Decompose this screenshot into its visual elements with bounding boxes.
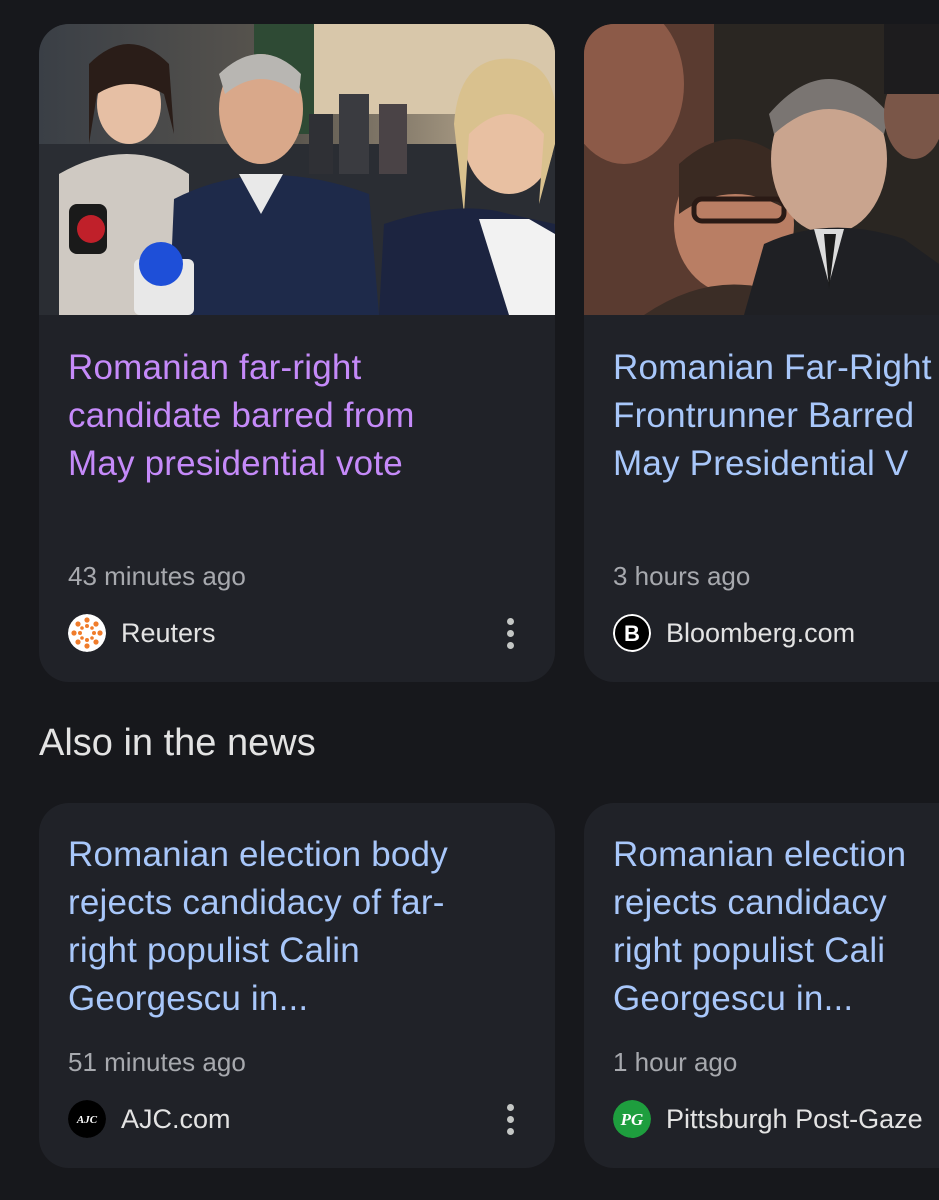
news-timestamp: 1 hour ago <box>613 1047 738 1077</box>
source-name: Bloomberg.com <box>666 617 856 648</box>
headline-line: right populist Cali <box>613 931 886 970</box>
headline-line: Georgescu in... <box>613 979 854 1018</box>
news-headline[interactable]: Romanian election rejects candidacy righ… <box>613 831 939 1023</box>
news-card-bloomberg[interactable]: Romanian Far-Right Frontrunner Barred Ma… <box>584 24 939 682</box>
news-source[interactable]: PG Pittsburgh Post-Gaze <box>613 1099 923 1139</box>
more-options-button[interactable] <box>495 1099 525 1139</box>
news-headline[interactable]: Romanian Far-Right Frontrunner Barred Ma… <box>613 344 939 488</box>
headline-line: candidate barred from <box>68 396 415 435</box>
source-name: Pittsburgh Post-Gaze <box>666 1103 923 1134</box>
news-timestamp: 51 minutes ago <box>68 1047 246 1077</box>
news-source[interactable]: B Bloomberg.com <box>613 613 855 653</box>
headline-line: Georgescu in... <box>68 979 309 1018</box>
post-gazette-logo-icon: PG <box>613 1100 651 1138</box>
news-photo <box>39 24 555 315</box>
bloomberg-logo-icon: B <box>613 614 651 652</box>
headline-line: Romanian far-right <box>68 348 362 387</box>
headline-line: rejects candidacy of far- <box>68 883 445 922</box>
headline-line: May Presidential V <box>613 444 909 483</box>
headline-line: Romanian Far-Right <box>613 348 932 387</box>
news-carousel-page: Romanian far-right candidate barred from… <box>0 0 939 1200</box>
headline-line: right populist Calin <box>68 931 360 970</box>
svg-text:PG: PG <box>620 1110 644 1129</box>
svg-text:B: B <box>624 621 640 646</box>
news-timestamp: 43 minutes ago <box>68 561 246 591</box>
reuters-logo-icon <box>68 614 106 652</box>
news-timestamp: 3 hours ago <box>613 561 751 591</box>
headline-line: May presidential vote <box>68 444 403 483</box>
headline-line: Romanian election body <box>68 835 448 874</box>
section-title: Also in the news <box>39 722 316 764</box>
news-card-ajc[interactable]: Romanian election body rejects candidacy… <box>39 803 555 1168</box>
news-headline[interactable]: Romanian election body rejects candidacy… <box>68 831 535 1023</box>
headline-line: Frontrunner Barred <box>613 396 915 435</box>
source-name: AJC.com <box>121 1103 231 1134</box>
news-card-post-gazette[interactable]: Romanian election rejects candidacy righ… <box>584 803 939 1168</box>
news-photo <box>584 24 939 315</box>
svg-text:AJC: AJC <box>76 1114 98 1126</box>
more-options-button[interactable] <box>495 613 525 653</box>
source-name: Reuters <box>121 617 216 648</box>
ajc-logo-icon: AJC <box>68 1100 106 1138</box>
headline-line: rejects candidacy <box>613 883 887 922</box>
news-source[interactable]: AJC AJC.com <box>68 1099 231 1139</box>
news-source[interactable]: Reuters <box>68 613 216 653</box>
headline-line: Romanian election <box>613 835 907 874</box>
news-card-reuters[interactable]: Romanian far-right candidate barred from… <box>39 24 555 682</box>
news-headline[interactable]: Romanian far-right candidate barred from… <box>68 344 535 488</box>
